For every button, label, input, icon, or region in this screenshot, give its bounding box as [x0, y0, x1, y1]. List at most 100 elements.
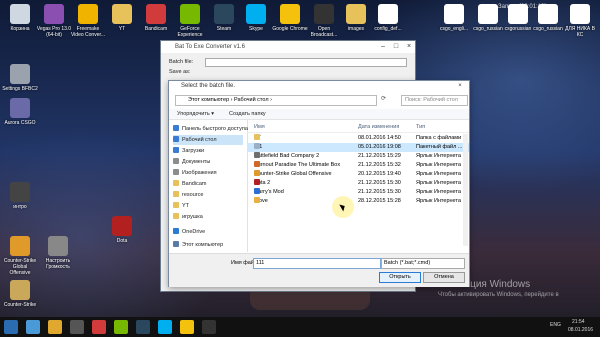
obs-icon[interactable] [202, 320, 216, 334]
file-type: Папка с файлами [416, 135, 462, 141]
skype-icon[interactable] [158, 320, 172, 334]
desktop-icon[interactable]: интро [2, 182, 38, 222]
batch-file-label: Batch file: [169, 59, 194, 65]
desktop-icon[interactable]: Skype [238, 4, 274, 44]
nav-item[interactable]: Документы [173, 157, 210, 167]
close-icon[interactable]: × [455, 81, 465, 91]
app-titlebar[interactable]: Bat To Exe Converter v1.6 – □ × [161, 41, 415, 53]
desktop-icon[interactable]: YT [104, 4, 140, 44]
nav-item[interactable]: игрушка [173, 212, 203, 222]
desktop-icon[interactable]: Aurora CSGO [2, 98, 38, 138]
batch-file-field[interactable] [205, 58, 407, 67]
nav-item-label: OneDrive [182, 229, 206, 235]
file-date: 21.12.2015 15:30 [358, 180, 401, 186]
filetype-select[interactable]: Batch (*.bat;*.cmd) [381, 258, 465, 269]
desktop-icon[interactable]: Настроить Громкость [40, 236, 76, 276]
file-type: Ярлык Интернета [416, 171, 461, 177]
nav-item[interactable]: resource [173, 190, 203, 200]
folder-icon [173, 136, 179, 142]
language-indicator[interactable]: ENG [550, 322, 561, 328]
file-date: 21.12.2015 15:30 [358, 189, 401, 195]
app-icon [78, 4, 98, 24]
refresh-icon[interactable]: ⟳ [379, 95, 388, 104]
dialog-titlebar[interactable]: Select the batch file. × [169, 81, 469, 91]
nav-item[interactable]: Загрузки [173, 146, 204, 156]
cancel-button[interactable]: Отмена [423, 272, 465, 283]
column-type[interactable]: Тип [416, 122, 425, 132]
clock-date[interactable]: 08.01.2016 [568, 327, 593, 333]
file-type: Ярлык Интернета [416, 198, 461, 204]
scrollbar[interactable] [463, 134, 468, 246]
file-date: 08.01.2016 14:50 [358, 135, 401, 141]
open-button[interactable]: Открыть [379, 272, 421, 283]
app-icon [48, 236, 68, 256]
maximize-icon[interactable]: □ [390, 41, 402, 53]
desktop-icon[interactable]: Counter-Strike [2, 280, 38, 320]
desktop-icon[interactable]: Counter-Strike Global Offensive [2, 236, 38, 276]
organize-button[interactable]: Упорядочить ▾ [177, 109, 214, 119]
file-date: 20.12.2015 19:40 [358, 171, 401, 177]
file-row[interactable]: YT 08.01.2016 14:50 Папка с файлами [248, 134, 469, 143]
folder-icon [173, 191, 179, 197]
desktop-icon[interactable]: Корзина [2, 4, 38, 44]
file-row[interactable]: Dota 2 21.12.2015 15:30 Ярлык Интернета [248, 179, 469, 188]
geforce-icon[interactable] [114, 320, 128, 334]
search-placeholder: Поиск: Рабочий стол [405, 97, 458, 103]
minimize-icon[interactable]: – [377, 41, 389, 53]
desktop-icon[interactable]: csgo_engli... [436, 4, 472, 44]
folder-icon [173, 169, 179, 175]
file-row[interactable]: Trove 28.12.2015 15:28 Ярлык Интернета [248, 197, 469, 206]
app-icon [570, 4, 590, 24]
navigation-pane: Панель быстрого доступа Рабочий стол Загру… [169, 120, 248, 252]
desktop-icon-label: Настроить Громкость [45, 258, 71, 270]
app-icon [478, 4, 498, 24]
nav-item[interactable]: Этот компьютер [173, 240, 223, 250]
close-icon[interactable]: × [403, 41, 415, 53]
bandicam-icon[interactable] [92, 320, 106, 334]
address-bar[interactable]: Этот компьютер › Рабочий стол › [175, 95, 377, 106]
dialog-title: Select the batch file. [181, 83, 236, 89]
desktop-icon[interactable]: Google Chrome [272, 4, 308, 44]
desktop-icon[interactable]: csgo_russian [530, 4, 566, 44]
desktop-icon[interactable]: config_def... [370, 4, 406, 44]
filename-input[interactable]: 111 [253, 258, 381, 269]
file-row[interactable]: Counter-Strike Global Offensive 20.12.201… [248, 170, 469, 179]
file-row[interactable]: Burnout Paradise The Ultimate Box 21.12.2… [248, 161, 469, 170]
nav-item[interactable]: Рабочий стол [173, 135, 243, 145]
file-row[interactable]: Garry's Mod 21.12.2015 15:30 Ярлык Интерне… [248, 188, 469, 197]
file-type: Ярлык Интернета [416, 153, 461, 159]
file-row[interactable]: 111 05.01.2016 19:08 Пакетный файл ... [248, 143, 469, 152]
app-icon [112, 216, 132, 236]
chrome-icon[interactable] [180, 320, 194, 334]
desktop-icon[interactable]: GeForce Experience [172, 4, 208, 44]
column-name[interactable]: Имя [254, 122, 265, 132]
nav-item[interactable]: Bandicam [173, 179, 206, 189]
desktop-icon[interactable]: Vegas Pro 13.0 (64-bit) [36, 4, 72, 44]
desktop-icon[interactable]: images [338, 4, 374, 44]
folder-icon [173, 213, 179, 219]
steam-icon[interactable] [136, 320, 150, 334]
nav-item[interactable]: Изображения [173, 168, 217, 178]
desktop-icon[interactable]: ДЛЯ НИКА В КС [562, 4, 598, 44]
desktop-icon[interactable]: Dota [104, 216, 140, 256]
desktop-icon[interactable]: Freemake Video Conver... [70, 4, 106, 44]
column-date[interactable]: Дата изменения [358, 122, 399, 132]
desktop-icon[interactable]: Bandicam [138, 4, 174, 44]
search-icon[interactable] [26, 320, 40, 334]
nav-item[interactable]: Панель быстрого доступа [173, 124, 248, 134]
search-input[interactable]: Поиск: Рабочий стол [401, 95, 468, 106]
desktop-icon-label: GeForce Experience [177, 26, 203, 38]
file-row[interactable]: Battlefield Bad Company 2 21.12.2015 15:2… [248, 152, 469, 161]
task-view-icon[interactable] [48, 320, 62, 334]
file-icon [254, 179, 260, 185]
start-icon[interactable] [4, 320, 18, 334]
nav-item[interactable]: YT [173, 201, 189, 211]
nav-item[interactable]: OneDrive [173, 227, 205, 237]
clock-time[interactable]: 21:54 [572, 319, 585, 325]
file-date: 05.01.2016 19:08 [358, 144, 401, 150]
desktop-icon[interactable]: Open Broadcast... [306, 4, 342, 44]
desktop-icon[interactable]: Steam [206, 4, 242, 44]
new-folder-button[interactable]: Создать папку [229, 109, 266, 119]
file-explorer-icon[interactable] [70, 320, 84, 334]
desktop-icon-label: Aurora CSGO [4, 120, 36, 126]
